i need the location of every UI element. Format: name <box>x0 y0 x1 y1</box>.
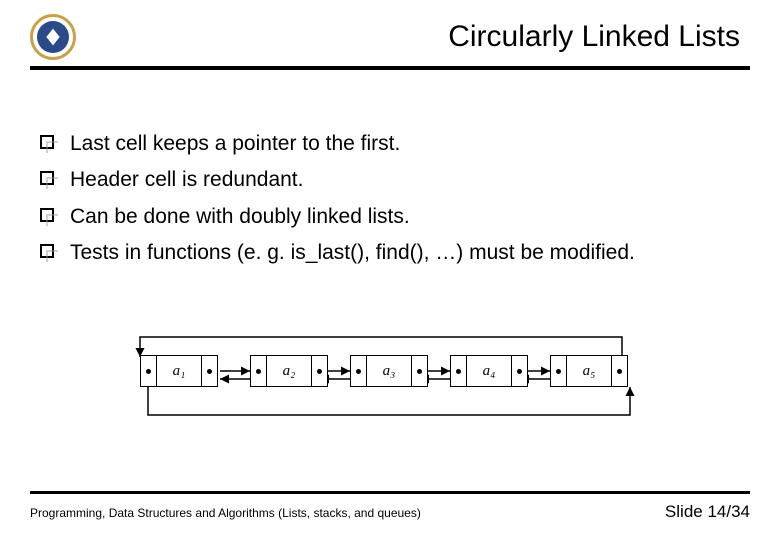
list-node: a₂ <box>250 355 328 387</box>
bullet-item: Header cell is redundant. <box>40 166 740 194</box>
bullet-text: Tests in functions (e. g. is_last(), fin… <box>70 239 635 267</box>
bullet-text: Last cell keeps a pointer to the first. <box>70 130 400 158</box>
bullet-square-icon <box>40 244 54 258</box>
node-value: a₁ <box>157 356 201 386</box>
bullet-square-icon <box>40 171 54 185</box>
list-node: a₃ <box>350 355 428 387</box>
bullet-text: Can be done with doubly linked lists. <box>70 203 410 231</box>
bullet-item: Last cell keeps a pointer to the first. <box>40 130 740 158</box>
circular-list-diagram: a₁ a₂ a₃ a₄ a₅ <box>110 327 670 437</box>
footer-course-info: Programming, Data Structures and Algorit… <box>30 506 421 520</box>
footer-divider <box>30 491 750 494</box>
node-value: a₃ <box>367 356 411 386</box>
slide-body: Last cell keeps a pointer to the first. … <box>0 70 780 437</box>
slide-footer: Programming, Data Structures and Algorit… <box>0 491 780 522</box>
slide-title: Circularly Linked Lists <box>76 20 750 54</box>
bullet-square-icon <box>40 135 54 149</box>
bullet-item: Can be done with doubly linked lists. <box>40 203 740 231</box>
bullet-square-icon <box>40 208 54 222</box>
bullet-item: Tests in functions (e. g. is_last(), fin… <box>40 239 740 267</box>
slide-number: Slide 14/34 <box>665 502 750 522</box>
node-value: a₄ <box>467 356 511 386</box>
list-node: a₁ <box>140 355 218 387</box>
organization-seal-icon <box>30 14 76 60</box>
list-node: a₅ <box>550 355 628 387</box>
list-node: a₄ <box>450 355 528 387</box>
node-value: a₂ <box>267 356 311 386</box>
bullet-text: Header cell is redundant. <box>70 166 303 194</box>
slide-header: Circularly Linked Lists <box>0 0 780 66</box>
node-value: a₅ <box>567 356 611 386</box>
